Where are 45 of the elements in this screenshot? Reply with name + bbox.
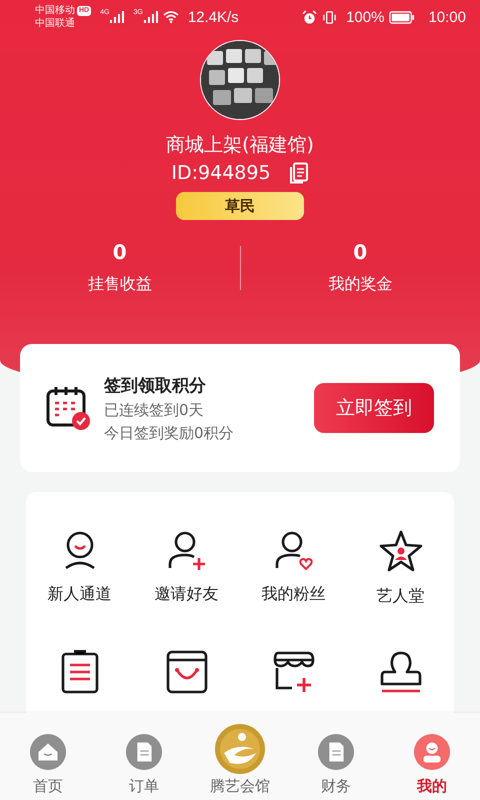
user-name: 商城上架(福建馆) <box>166 133 314 158</box>
battery-percent: 100% <box>346 8 384 26</box>
network-speed: 12.4K/s <box>188 8 239 26</box>
document-icon <box>317 733 355 771</box>
checkin-streak: 已连续签到0天 <box>104 400 205 420</box>
checkin-button[interactable]: 立即签到 <box>314 383 434 433</box>
alarm-icon <box>302 10 318 24</box>
store-add-icon[interactable] <box>272 650 316 694</box>
document-icon <box>125 733 163 771</box>
stamp-icon[interactable] <box>378 650 422 694</box>
level-badge: 草民 <box>176 192 304 220</box>
person-heart-icon[interactable] <box>274 530 314 570</box>
feature-label[interactable]: 我的粉丝 <box>262 584 326 605</box>
home-icon <box>29 733 67 771</box>
carrier-name: 中国联通 <box>35 17 76 30</box>
tab-item[interactable]: 首页 <box>0 713 96 800</box>
stat-label: 我的奖金 <box>328 274 392 295</box>
stat-label: 挂售收益 <box>88 274 152 295</box>
user-id: ID:944895 <box>171 162 271 184</box>
clock-time: 10:00 <box>428 8 466 26</box>
feature-label[interactable]: 艺人堂 <box>376 586 424 607</box>
carrier-name: 中国移动 <box>35 4 75 17</box>
user-icon <box>413 733 451 771</box>
checkin-reward: 今日签到奖励0积分 <box>104 424 235 442</box>
feature-label[interactable]: 新人通道 <box>48 584 112 605</box>
tab-item[interactable]: 我的 <box>384 713 480 800</box>
checkin-title: 签到领取积分 <box>104 374 207 396</box>
star-icon[interactable] <box>378 530 422 572</box>
battery-icon <box>389 10 416 24</box>
feature-label[interactable]: 邀请好友 <box>154 584 218 605</box>
vibrate-icon <box>322 10 338 24</box>
tab-item[interactable]: 腾艺会馆 <box>192 713 288 800</box>
shopping-bag-icon[interactable] <box>164 650 208 694</box>
wifi-icon <box>162 11 179 23</box>
stat-value: 0 <box>112 240 127 264</box>
add-person-icon[interactable] <box>166 530 206 570</box>
signal-icon <box>144 11 158 23</box>
tab-item[interactable]: 订单 <box>96 713 192 800</box>
clipboard-icon[interactable] <box>60 650 100 694</box>
tab-item[interactable]: 财务 <box>288 713 384 800</box>
signal-icon <box>110 11 124 23</box>
copy-icon[interactable] <box>288 162 309 184</box>
logo-icon <box>214 723 266 775</box>
stat-value: 0 <box>353 240 368 264</box>
calendar-check-icon <box>46 385 92 431</box>
